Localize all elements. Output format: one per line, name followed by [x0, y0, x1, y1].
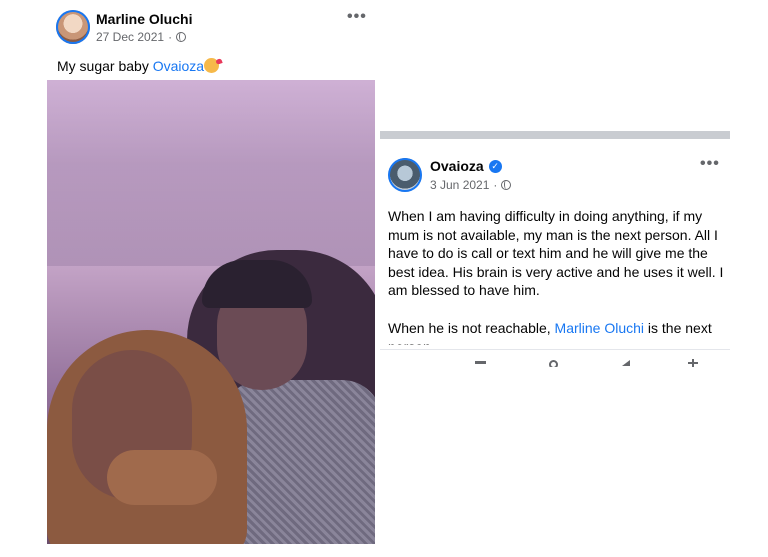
author-avatar[interactable]	[388, 158, 422, 192]
photo-hand	[107, 450, 217, 505]
bottom-nav	[380, 349, 730, 370]
tagged-user-link[interactable]: Marline Oluchi	[555, 320, 644, 336]
globe-icon	[501, 180, 512, 190]
post-caption: My sugar baby Ovaioza	[57, 58, 220, 74]
author-name[interactable]: Marline Oluchi	[96, 11, 192, 27]
back-triangle-icon[interactable]	[620, 359, 634, 367]
post-body: When I am having difficulty in doing any…	[388, 207, 726, 318]
post-meta: 27 Dec 2021 ·	[96, 30, 187, 44]
more-options-icon[interactable]: •••	[347, 8, 367, 26]
meta-separator: ·	[168, 30, 173, 44]
globe-icon	[176, 32, 187, 42]
circle-icon[interactable]	[547, 359, 561, 367]
accessibility-icon[interactable]	[686, 359, 700, 367]
left-post: Marline Oluchi 27 Dec 2021 · ••• My suga…	[0, 0, 380, 557]
author-avatar[interactable]	[56, 10, 90, 44]
post-date[interactable]: 3 Jun 2021	[430, 178, 489, 192]
smiling-face-with-hearts-emoji	[204, 58, 220, 73]
photo-cap	[202, 260, 312, 308]
post-paragraph-2: When he is not reachable, Marline Oluchi…	[388, 319, 726, 345]
post-date[interactable]: 27 Dec 2021	[96, 30, 164, 44]
caption-text: My sugar baby	[57, 58, 153, 74]
tagged-user-link[interactable]: Ovaioza	[153, 58, 204, 74]
verified-badge-icon: ✓	[488, 159, 502, 173]
meta-separator: ·	[493, 178, 498, 192]
author-name[interactable]: Ovaioza	[430, 158, 484, 174]
paragraph-2-start: When he is not reachable,	[388, 320, 555, 336]
right-post: Ovaioza ✓ 3 Jun 2021 · ••• When I am hav…	[380, 131, 732, 369]
menu-bar-icon[interactable]	[474, 359, 488, 367]
author-name-row: Ovaioza ✓	[430, 158, 502, 174]
top-divider	[380, 131, 730, 139]
post-photo[interactable]	[47, 80, 375, 544]
photo-background	[47, 80, 375, 266]
more-options-icon[interactable]: •••	[700, 155, 720, 173]
post-paragraph-1: When I am having difficulty in doing any…	[388, 208, 724, 298]
post-meta: 3 Jun 2021 ·	[430, 178, 512, 192]
